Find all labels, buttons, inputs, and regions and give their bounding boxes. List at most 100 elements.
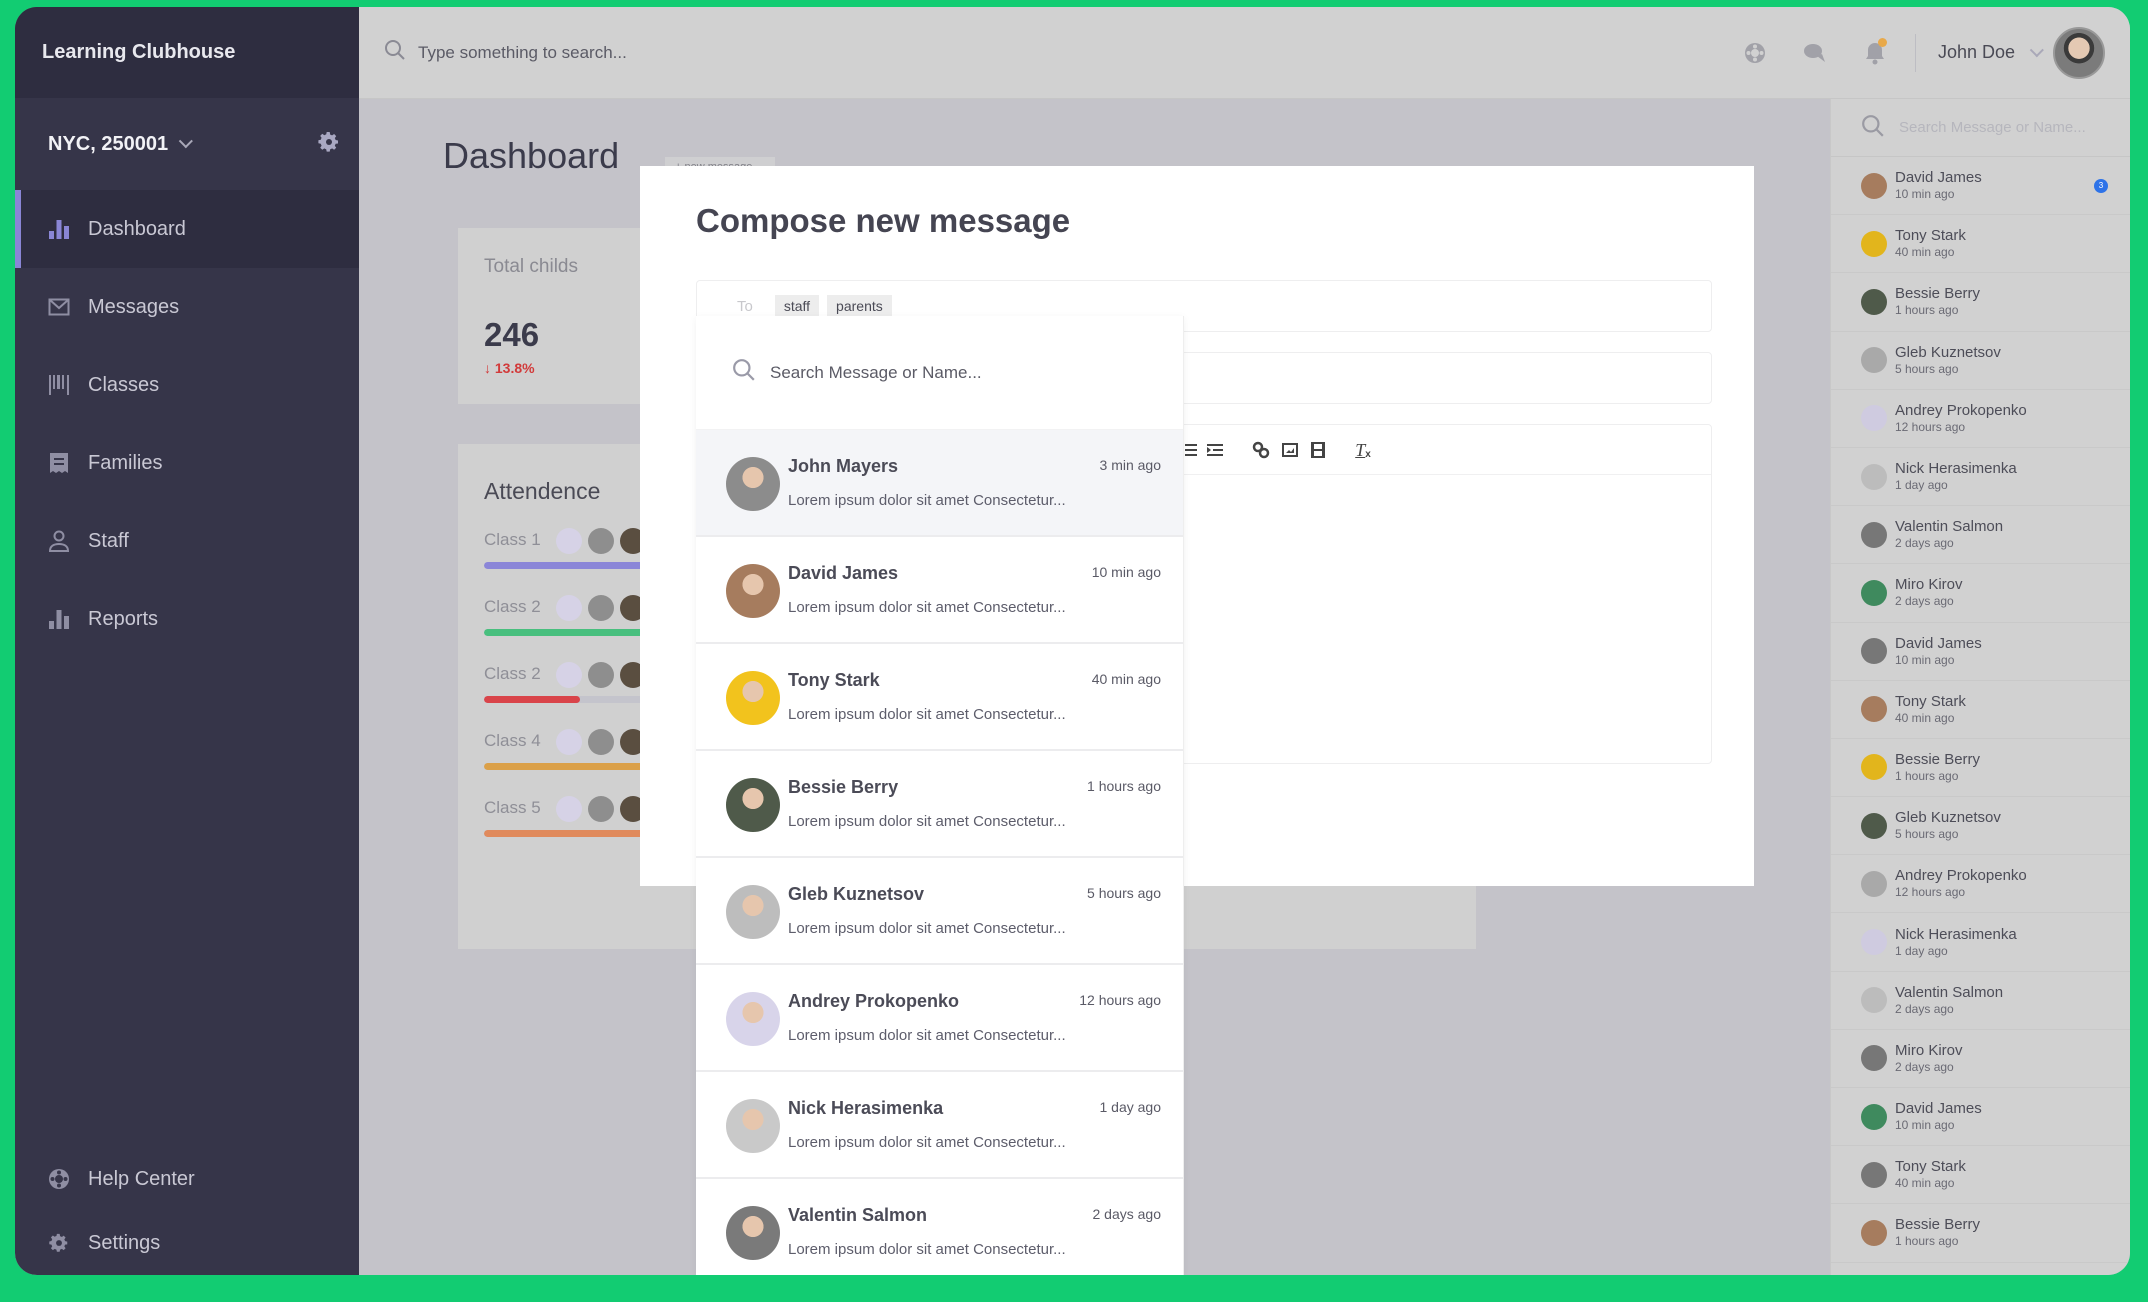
image-icon[interactable] xyxy=(1279,439,1301,461)
bell-icon[interactable] xyxy=(1855,33,1895,73)
contact-item[interactable]: Gleb Kuznetsov 5 hours ago xyxy=(1831,332,2130,390)
recipient-avatar xyxy=(726,992,780,1046)
divider xyxy=(1914,33,1916,72)
contact-time: 10 min ago xyxy=(1895,187,1955,202)
contact-item[interactable]: Tony Stark 40 min ago xyxy=(1831,681,2130,739)
recipient-avatar xyxy=(726,564,780,618)
recipient-option[interactable]: Bessie Berry Lorem ipsum dolor sit amet C… xyxy=(696,751,1183,858)
sidebar-item-label: Reports xyxy=(88,607,159,630)
contact-text: Bessie Berry 1 hours ago xyxy=(1895,1216,1980,1249)
contact-item[interactable]: Andrey Prokopenko 12 hours ago xyxy=(1831,855,2130,914)
recipient-avatar xyxy=(726,457,780,511)
clear-format-icon[interactable]: Tx xyxy=(1352,439,1374,461)
contact-item[interactable]: Bessie Berry 1 hours ago xyxy=(1831,1204,2130,1263)
contact-text: Valentin Salmon 2 days ago xyxy=(1895,518,2003,551)
recipient-time: 5 hours ago xyxy=(1087,885,1161,901)
contact-avatar xyxy=(1861,754,1887,781)
video-icon[interactable] xyxy=(1307,439,1329,461)
contact-avatar xyxy=(1861,1103,1887,1130)
chat-icon[interactable] xyxy=(1795,33,1835,73)
contact-item[interactable]: Andrey Prokopenko 12 hours ago xyxy=(1831,390,2130,448)
global-search[interactable]: Type something to search... xyxy=(384,39,627,66)
recipient-time: 1 hours ago xyxy=(1087,778,1161,794)
recipient-option[interactable]: Tony Stark Lorem ipsum dolor sit amet Con… xyxy=(696,644,1183,751)
contact-item[interactable]: Tony Stark 40 min ago xyxy=(1831,215,2130,274)
user-name[interactable]: John Doe xyxy=(1938,42,2015,63)
link-icon[interactable] xyxy=(1250,439,1272,461)
recipient-option[interactable]: Andrey Prokopenko Lorem ipsum dolor sit a… xyxy=(696,965,1183,1072)
contact-item[interactable]: Nick Herasimenka 1 day ago xyxy=(1831,913,2130,972)
recipient-option[interactable]: Valentin Salmon Lorem ipsum dolor sit ame… xyxy=(696,1179,1183,1275)
contact-text: Miro Kirov 2 days ago xyxy=(1895,1042,1963,1075)
gear-icon[interactable] xyxy=(317,130,341,159)
recipient-option[interactable]: Gleb Kuznetsov Lorem ipsum dolor sit amet… xyxy=(696,858,1183,965)
recipient-chip[interactable]: staff xyxy=(774,295,820,317)
recipient-chip[interactable]: parents xyxy=(827,295,892,317)
search-icon xyxy=(1861,114,1885,142)
contact-item[interactable]: Valentin Salmon 2 days ago xyxy=(1831,972,2130,1030)
recipient-time: 2 days ago xyxy=(1092,1206,1162,1222)
unread-badge: 3 xyxy=(2094,179,2108,193)
recipient-time: 40 min ago xyxy=(1091,671,1161,687)
recipient-option[interactable]: Nick Herasimenka Lorem ipsum dolor sit am… xyxy=(696,1072,1183,1179)
sidebar-item-messages[interactable]: Messages xyxy=(15,268,359,346)
sidebar-item-classes[interactable]: Classes xyxy=(15,346,359,424)
indent-icon[interactable] xyxy=(1205,439,1227,461)
chevron-down-icon[interactable] xyxy=(2029,42,2044,57)
user-avatar[interactable] xyxy=(2053,26,2105,79)
contact-time: 2 days ago xyxy=(1895,1059,1954,1074)
recipient-option[interactable]: John Mayers Lorem ipsum dolor sit amet Co… xyxy=(696,430,1183,537)
recipient-name: Nick Herasimenka xyxy=(788,1098,944,1118)
contact-item[interactable]: Bessie Berry 1 hours ago xyxy=(1831,739,2130,798)
modal-title: Compose new message xyxy=(696,202,1071,239)
sidebar-item-dashboard[interactable]: Dashboard xyxy=(15,190,359,268)
sidebar-footer: Help Center Settings xyxy=(15,1147,359,1275)
sidebar-item-reports[interactable]: Reports xyxy=(15,580,359,658)
sidebar-item-staff[interactable]: Staff xyxy=(15,502,359,580)
contact-avatar xyxy=(1861,870,1887,897)
dropdown-search-input[interactable]: Search Message or Name... xyxy=(770,363,982,383)
recipient-snippet: Lorem ipsum dolor sit amet Consectetur..… xyxy=(788,599,1066,616)
sidebar-item-families[interactable]: Families xyxy=(15,424,359,502)
location-selector[interactable]: NYC, 250001 xyxy=(48,132,193,156)
contact-item[interactable]: David James 10 min ago xyxy=(1831,1088,2130,1147)
contact-name: Nick Herasimenka xyxy=(1895,925,2017,943)
contact-avatar xyxy=(1861,288,1887,315)
recipient-avatar xyxy=(726,1099,780,1153)
contact-item[interactable]: Nick Herasimenka 1 day ago xyxy=(1831,448,2130,507)
contact-time: 1 hours ago xyxy=(1895,1234,1959,1249)
contact-item[interactable]: Miro Kirov 2 days ago xyxy=(1831,564,2130,623)
contact-name: Andrey Prokopenko xyxy=(1895,401,2027,419)
recipient-avatar xyxy=(726,1206,780,1260)
contact-avatar xyxy=(1861,405,1887,432)
sidebar-item-settings[interactable]: Settings xyxy=(15,1211,359,1275)
contacts-search-input[interactable]: Search Message or Name... xyxy=(1899,119,2086,136)
dropdown-search[interactable]: Search Message or Name... xyxy=(696,316,1183,430)
contact-item[interactable]: Valentin Salmon 2 days ago xyxy=(1831,506,2130,565)
contact-item[interactable]: Gleb Kuznetsov 5 hours ago xyxy=(1831,797,2130,856)
lifebuoy-icon xyxy=(48,1168,70,1190)
location-label: NYC, 250001 xyxy=(48,132,169,155)
contact-name: David James xyxy=(1895,1100,1982,1118)
sidebar: Learning Clubhouse NYC, 250001 Dashboard xyxy=(15,7,359,1275)
bullet-list-icon[interactable] xyxy=(1181,439,1203,461)
contact-time: 12 hours ago xyxy=(1895,419,1966,434)
contact-item[interactable]: David James 10 min ago xyxy=(1831,623,2130,681)
student-avatar xyxy=(556,528,582,554)
sidebar-item-help-center[interactable]: Help Center xyxy=(15,1147,359,1211)
contact-item[interactable]: Bessie Berry 1 hours ago xyxy=(1831,273,2130,332)
contact-name: Gleb Kuznetsov xyxy=(1895,809,2001,827)
sidebar-item-label: Staff xyxy=(88,529,129,552)
recipient-snippet: Lorem ipsum dolor sit amet Consectetur..… xyxy=(788,1134,1066,1151)
global-search-input[interactable]: Type something to search... xyxy=(418,43,627,63)
lifebuoy-icon[interactable] xyxy=(1735,33,1775,73)
receipt-icon xyxy=(48,452,70,474)
contact-item[interactable]: David James 10 min ago 3 xyxy=(1831,157,2130,216)
barcode-icon xyxy=(48,374,70,396)
contacts-search[interactable]: Search Message or Name... xyxy=(1831,99,2130,157)
recipient-option[interactable]: David James Lorem ipsum dolor sit amet Co… xyxy=(696,537,1183,644)
contact-item[interactable]: Tony Stark 40 min ago xyxy=(1831,1146,2130,1205)
contact-time: 2 days ago xyxy=(1895,536,1954,551)
contact-item[interactable]: Miro Kirov 2 days ago xyxy=(1831,1030,2130,1088)
recipient-snippet: Lorem ipsum dolor sit amet Consectetur..… xyxy=(788,492,1066,509)
